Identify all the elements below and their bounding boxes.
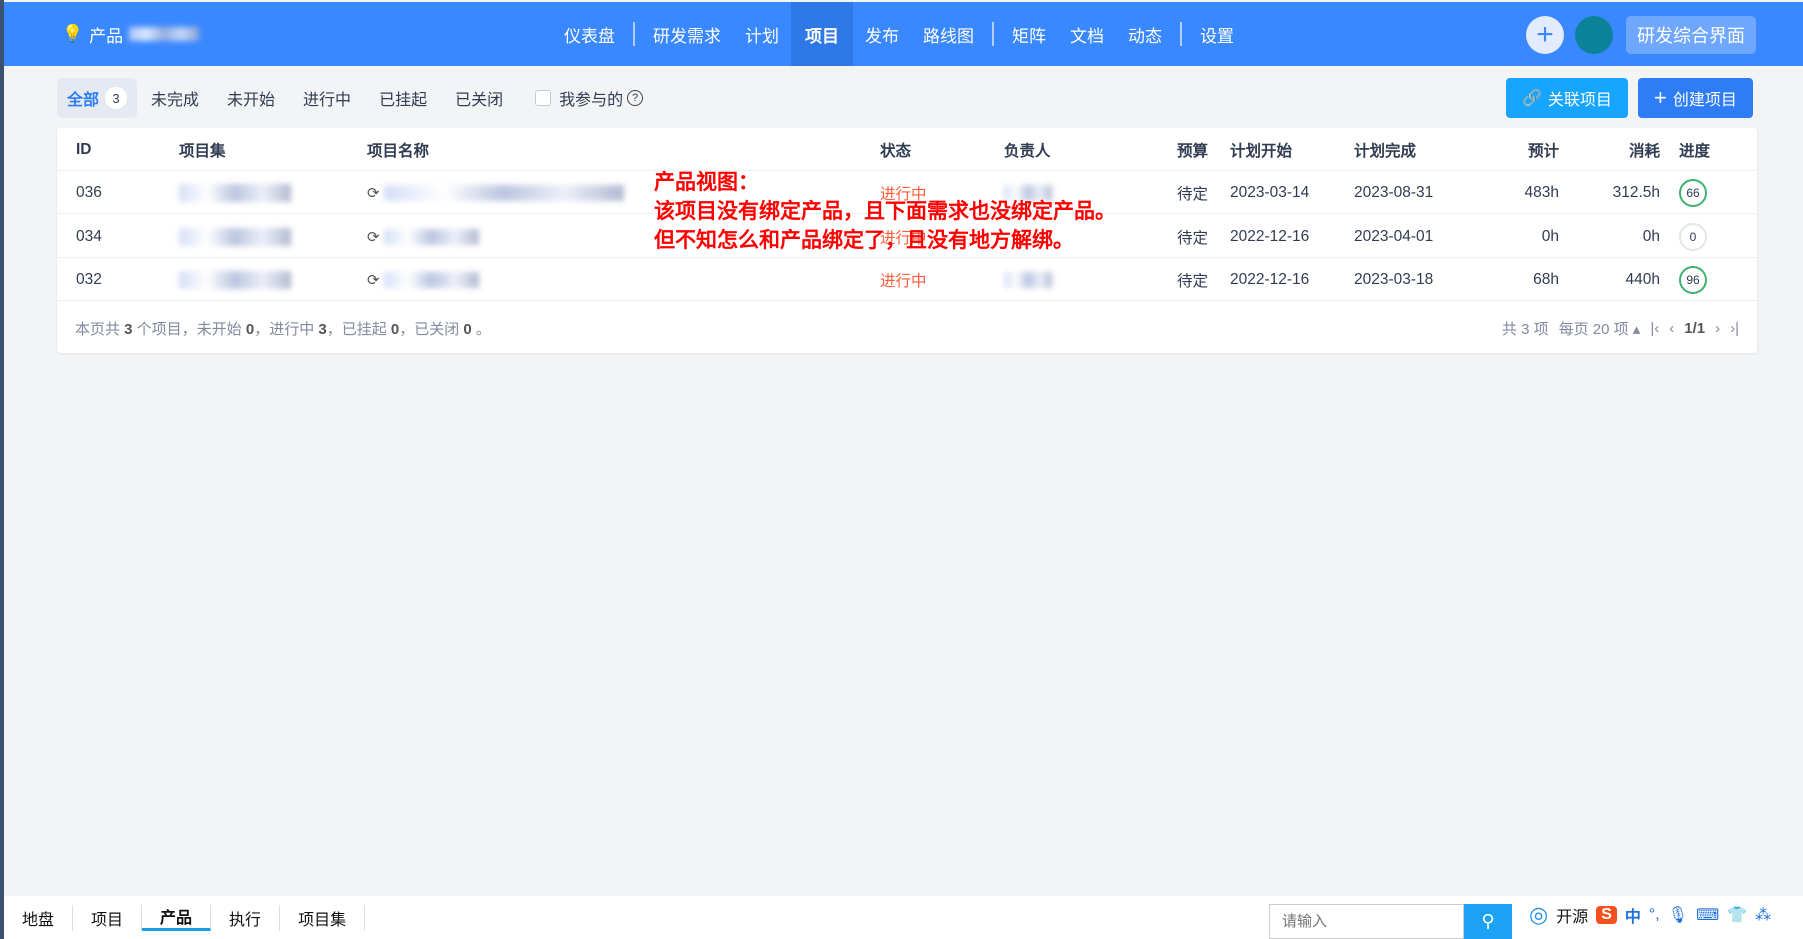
summary-text: 本页共 3 个项目，未开始 0，进行中 3，已挂起 0，已关闭 0 。 [75, 320, 491, 338]
system-tray: ◎ 开源 S 中 °, 🎙 ⌨ 👕 ⁂ [1529, 902, 1772, 927]
keyboard-icon: ⌨ [1696, 907, 1720, 924]
quick-add-icon[interactable]: + [1526, 16, 1564, 54]
filter-doing[interactable]: 进行中 [289, 86, 365, 110]
main-nav: 仪表盘 研发需求 计划 项目 发布 路线图 矩阵 文档 动态 设置 [552, 2, 1246, 66]
nav-dynamic[interactable]: 动态 [1116, 2, 1174, 66]
nav-doc[interactable]: 文档 [1058, 2, 1116, 66]
search-input[interactable] [1269, 904, 1464, 939]
top-navbar: 💡 产品 仪表盘 研发需求 计划 项目 发布 路线图 矩阵 文档 动态 设置 +… [4, 2, 1803, 66]
progress-ring: 96 [1679, 265, 1707, 294]
skin-icon: 👕 [1727, 907, 1748, 924]
project-icon: ⟳ [367, 228, 380, 246]
filter-tabs: 全部 3 未完成 未开始 进行中 已挂起 已关闭 我参与的 ? [57, 78, 644, 118]
bottom-tab-my[interactable]: 地盘 [4, 904, 74, 931]
mine-checkbox[interactable] [535, 90, 552, 106]
search-icon[interactable]: ⚲ [1464, 904, 1512, 939]
per-page-select[interactable]: 每页 20 项 ▴ [1559, 318, 1641, 339]
sogou-ime-icon: S [1596, 906, 1617, 924]
workspace-switcher[interactable]: 研发综合界面 [1626, 16, 1756, 54]
progress-ring: 66 [1679, 178, 1707, 207]
table-header: ID 项目集 项目名称 状态 负责人 预算 计划开始 计划完成 预计 消耗 进度 [57, 128, 1757, 171]
bottom-tab-program[interactable]: 项目集 [280, 904, 366, 931]
filter-suspended[interactable]: 已挂起 [365, 86, 441, 110]
nav-settings[interactable]: 设置 [1188, 2, 1246, 66]
table-row[interactable]: 032 ⟳ 进行中 待定 2022-12-16 2023-03-18 68h 4… [57, 258, 1757, 301]
create-project-button[interactable]: + 创建项目 [1638, 78, 1753, 118]
zentao-logo-icon: ◎ [1529, 902, 1549, 927]
bottom-bar: 地盘 项目 产品 执行 项目集 ⚲ ◎ 开源 S 中 °, 🎙⌨👕⁂ [4, 896, 1803, 939]
filter-undone[interactable]: 未完成 [137, 86, 213, 110]
next-page-icon[interactable]: › [1715, 320, 1720, 337]
filter-closed[interactable]: 已关闭 [441, 86, 517, 110]
link-project-button[interactable]: 🔗 关联项目 [1506, 78, 1628, 118]
bottom-tab-product[interactable]: 产品 [142, 904, 212, 931]
prev-page-icon[interactable]: ‹ [1669, 320, 1674, 337]
apps-icon: ⁂ [1755, 907, 1772, 924]
product-name-redacted [129, 27, 200, 41]
nav-plan[interactable]: 计划 [733, 2, 791, 66]
nav-matrix[interactable]: 矩阵 [1000, 2, 1058, 66]
nav-dashboard[interactable]: 仪表盘 [552, 2, 627, 66]
project-icon: ⟳ [367, 271, 380, 289]
mine-label: 我参与的 [559, 92, 624, 109]
pager: 共 3 项 每页 20 项 ▴ |‹ ‹ 1/1 › ›| [1501, 318, 1739, 339]
help-icon[interactable]: ? [627, 90, 644, 106]
nav-project[interactable]: 项目 [791, 2, 853, 66]
product-switcher[interactable]: 💡 产品 [62, 2, 200, 66]
bottom-tab-execution[interactable]: 执行 [211, 904, 281, 931]
lightbulb-icon: 💡 [62, 24, 84, 43]
filter-all[interactable]: 全部 3 [57, 78, 138, 118]
plus-icon: + [1654, 85, 1667, 110]
bottom-tab-project[interactable]: 项目 [73, 904, 143, 931]
link-icon: 🔗 [1522, 90, 1542, 107]
avatar[interactable] [1575, 16, 1613, 54]
filter-wait[interactable]: 未开始 [213, 86, 289, 110]
nav-release[interactable]: 发布 [853, 2, 911, 66]
project-icon: ⟳ [367, 184, 380, 202]
progress-ring: 0 [1679, 222, 1707, 251]
mic-icon: 🎙 [1667, 907, 1689, 924]
table-footer: 本页共 3 个项目，未开始 0，进行中 3，已挂起 0，已关闭 0 。 共 3 … [75, 308, 1739, 348]
nav-roadmap[interactable]: 路线图 [911, 2, 986, 66]
annotation-note: 产品视图： 该项目没有绑定产品，且下面需求也没绑定产品。 但不知怎么和产品绑定了，且… [654, 171, 1116, 252]
last-page-icon[interactable]: ›| [1730, 320, 1739, 337]
first-page-icon[interactable]: |‹ [1650, 320, 1659, 337]
nav-stories[interactable]: 研发需求 [641, 2, 733, 66]
